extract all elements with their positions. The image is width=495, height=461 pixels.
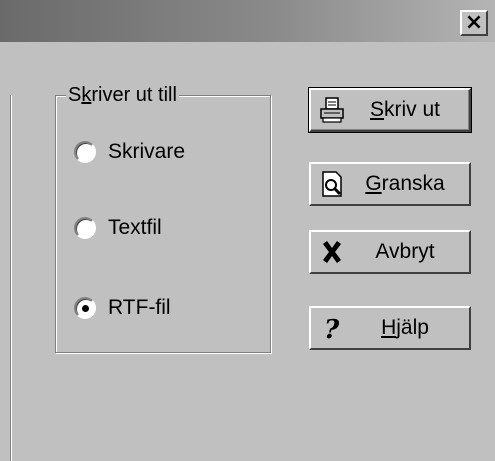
printer-icon	[317, 95, 347, 125]
cancel-label: Avbryt	[375, 240, 435, 263]
print-button[interactable]: Skriv ut	[308, 87, 472, 133]
cancel-x-icon	[317, 237, 347, 267]
radio-label: Skrivare	[108, 140, 186, 163]
close-icon: ×	[464, 10, 484, 35]
preview-button[interactable]: Granska	[309, 162, 471, 206]
radio-skrivare[interactable]: Skrivare	[74, 140, 185, 164]
title-bar: ×	[0, 0, 495, 42]
radio-textfil[interactable]: Textfil	[74, 216, 162, 240]
close-button[interactable]: ×	[460, 10, 488, 36]
radio-button-selected[interactable]	[74, 297, 96, 319]
cancel-button[interactable]: Avbryt	[309, 230, 471, 274]
print-label: Skriv ut	[369, 98, 441, 121]
preview-label: Granska	[365, 172, 445, 195]
svg-text:?: ?	[324, 315, 340, 342]
left-divider	[10, 95, 12, 461]
radio-button[interactable]	[74, 217, 96, 239]
radio-rtf-fil[interactable]: RTF-fil	[74, 296, 171, 320]
help-button[interactable]: ? Hjälp	[309, 306, 471, 350]
radio-button[interactable]	[74, 141, 96, 163]
group-legend: Skriver ut till	[66, 84, 179, 106]
help-label: Hjälp	[381, 316, 429, 339]
radio-label: Textfil	[108, 216, 162, 239]
help-question-icon: ?	[317, 313, 347, 343]
radio-label: RTF-fil	[108, 296, 171, 319]
print-preview-icon	[317, 169, 347, 199]
radio-dot	[81, 304, 89, 312]
